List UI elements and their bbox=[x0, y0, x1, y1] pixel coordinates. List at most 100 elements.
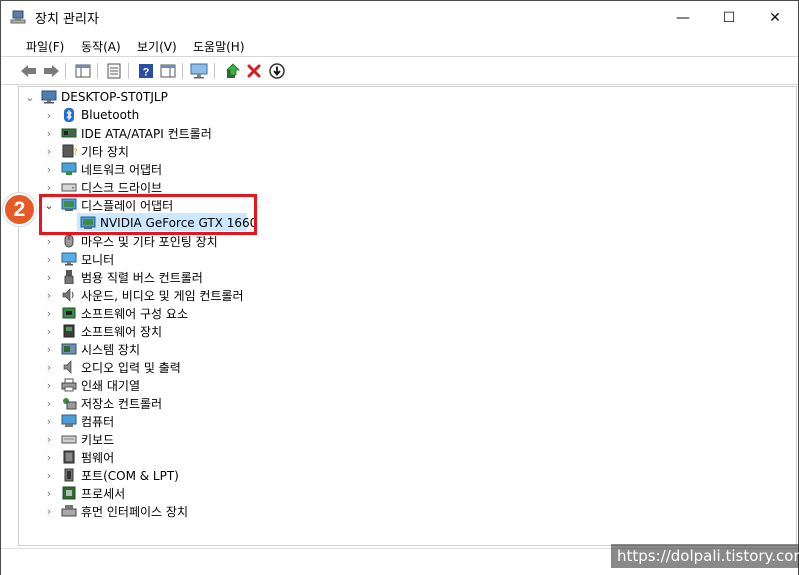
chevron-right-icon[interactable]: › bbox=[44, 397, 54, 410]
properties-icon[interactable] bbox=[105, 62, 123, 80]
chevron-right-icon[interactable]: › bbox=[44, 163, 54, 176]
svg-text:?: ? bbox=[143, 67, 150, 79]
forward-icon[interactable] bbox=[42, 62, 60, 80]
port-icon bbox=[61, 468, 77, 482]
chevron-right-icon[interactable]: › bbox=[44, 469, 54, 482]
tree-category-label: 인쇄 대기열 bbox=[81, 378, 141, 393]
annotation-highlight-box bbox=[39, 194, 257, 235]
tree-category-item[interactable]: 키보드 bbox=[61, 430, 114, 448]
chevron-right-icon[interactable]: › bbox=[44, 433, 54, 446]
tree-category-item[interactable]: 오디오 입력 및 출력 bbox=[61, 358, 181, 376]
software-component-icon bbox=[61, 306, 77, 320]
tree-category-label: Bluetooth bbox=[81, 108, 140, 122]
tree-category-label: 포트(COM & LPT) bbox=[81, 468, 179, 483]
chevron-down-icon[interactable]: ⌄ bbox=[25, 91, 35, 104]
tree-category-item[interactable]: 프로세서 bbox=[61, 484, 125, 502]
help-icon[interactable]: ? bbox=[137, 62, 155, 80]
window-title: 장치 관리자 bbox=[35, 12, 99, 27]
tree-category-item[interactable]: Bluetooth bbox=[61, 106, 139, 124]
tree-category-label: 휴먼 인터페이스 장치 bbox=[81, 504, 188, 519]
chevron-right-icon[interactable]: › bbox=[44, 487, 54, 500]
tree-category-item[interactable]: IDE ATA/ATAPI 컨트롤러 bbox=[61, 124, 212, 142]
tree-root[interactable]: DESKTOP-ST0TJLP bbox=[41, 88, 168, 106]
chevron-right-icon[interactable]: › bbox=[44, 271, 54, 284]
tree-category-label: 컴퓨터 bbox=[81, 414, 115, 429]
chevron-right-icon[interactable]: › bbox=[44, 451, 54, 464]
device-manager-window: 장치 관리자 — ☐ ✕ 파일(F) 동작(A) 보기(V) 도움말(H) ? bbox=[0, 0, 799, 575]
step-badge: 2 bbox=[3, 193, 36, 226]
tree-category-label: 모니터 bbox=[81, 252, 115, 267]
processor-icon bbox=[61, 486, 77, 500]
toolbar-separator bbox=[214, 63, 215, 79]
tree-category-label: 펌웨어 bbox=[81, 450, 115, 465]
chevron-right-icon[interactable]: › bbox=[44, 289, 54, 302]
minimize-button[interactable]: — bbox=[660, 1, 706, 34]
tree-category-item[interactable]: 휴먼 인터페이스 장치 bbox=[61, 502, 188, 520]
tree-category-item[interactable]: 펌웨어 bbox=[61, 448, 114, 466]
chevron-right-icon[interactable]: › bbox=[44, 505, 54, 518]
mouse-icon bbox=[61, 234, 77, 248]
tree-category-item[interactable]: ? 기타 장치 bbox=[61, 142, 129, 160]
chevron-right-icon[interactable]: › bbox=[44, 325, 54, 338]
tree-category-label: 범용 직렬 버스 컨트롤러 bbox=[81, 270, 203, 285]
system-device-icon bbox=[61, 342, 77, 356]
uninstall-icon[interactable] bbox=[245, 62, 263, 80]
bluetooth-icon bbox=[61, 108, 77, 122]
chevron-right-icon[interactable]: › bbox=[44, 235, 54, 248]
tree-category-label: 시스템 장치 bbox=[81, 342, 141, 357]
keyboard-icon bbox=[61, 432, 77, 446]
chevron-right-icon[interactable]: › bbox=[44, 181, 54, 194]
chevron-right-icon[interactable]: › bbox=[44, 145, 54, 158]
tree-category-label: 기타 장치 bbox=[81, 144, 129, 159]
action-pane-icon[interactable] bbox=[159, 62, 177, 80]
print-queue-icon bbox=[61, 378, 77, 392]
tree-category-item[interactable]: 인쇄 대기열 bbox=[61, 376, 140, 394]
ide-controller-icon bbox=[61, 126, 77, 140]
menu-view[interactable]: 보기(V) bbox=[137, 38, 177, 55]
tree-category-item[interactable]: 컴퓨터 bbox=[61, 412, 114, 430]
network-adapter-icon bbox=[61, 162, 77, 176]
tree-category-item[interactable]: 사운드, 비디오 및 게임 컨트롤러 bbox=[61, 286, 244, 304]
hid-icon bbox=[61, 504, 77, 518]
tree-category-label: 소프트웨어 장치 bbox=[81, 324, 163, 339]
toolbar-separator bbox=[182, 63, 183, 79]
back-icon[interactable] bbox=[20, 62, 38, 80]
monitor-scan-icon[interactable] bbox=[190, 62, 208, 80]
tree-category-label: 디스크 드라이브 bbox=[81, 180, 163, 195]
tree-category-label: 소프트웨어 구성 요소 bbox=[81, 306, 188, 321]
firmware-icon bbox=[61, 450, 77, 464]
chevron-right-icon[interactable]: › bbox=[44, 253, 54, 266]
menu-bar: 파일(F) 동작(A) 보기(V) 도움말(H) bbox=[1, 34, 798, 56]
chevron-right-icon[interactable]: › bbox=[44, 127, 54, 140]
usb-icon bbox=[61, 270, 77, 285]
tree-category-label: 키보드 bbox=[81, 432, 115, 447]
chevron-right-icon[interactable]: › bbox=[44, 361, 54, 374]
tree-category-item[interactable]: 모니터 bbox=[61, 250, 114, 268]
device-manager-icon bbox=[10, 10, 26, 24]
tree-category-item[interactable]: 포트(COM & LPT) bbox=[61, 466, 179, 484]
computer-icon bbox=[41, 90, 57, 104]
tree-category-item[interactable]: 저장소 컨트롤러 bbox=[61, 394, 162, 412]
tree-category-label: 오디오 입력 및 출력 bbox=[81, 360, 181, 375]
console-tree-icon[interactable] bbox=[74, 62, 92, 80]
tree-category-item[interactable]: 소프트웨어 구성 요소 bbox=[61, 304, 188, 322]
tree-category-item[interactable]: 시스템 장치 bbox=[61, 340, 140, 358]
tree-category-label: 저장소 컨트롤러 bbox=[81, 396, 163, 411]
maximize-button[interactable]: ☐ bbox=[706, 1, 752, 34]
tree-category-item[interactable]: 네트워크 어댑터 bbox=[61, 160, 162, 178]
chevron-right-icon[interactable]: › bbox=[44, 109, 54, 122]
chevron-right-icon[interactable]: › bbox=[44, 379, 54, 392]
chevron-right-icon[interactable]: › bbox=[44, 343, 54, 356]
svg-text:?: ? bbox=[73, 148, 77, 158]
menu-help[interactable]: 도움말(H) bbox=[193, 38, 245, 55]
update-driver-icon[interactable] bbox=[223, 62, 241, 80]
chevron-right-icon[interactable]: › bbox=[44, 415, 54, 428]
title-bar[interactable]: 장치 관리자 — ☐ ✕ bbox=[1, 1, 798, 34]
tree-category-item[interactable]: 소프트웨어 장치 bbox=[61, 322, 162, 340]
menu-file[interactable]: 파일(F) bbox=[26, 38, 64, 55]
disable-icon[interactable] bbox=[268, 62, 286, 80]
chevron-right-icon[interactable]: › bbox=[44, 307, 54, 320]
close-button[interactable]: ✕ bbox=[752, 1, 798, 34]
tree-category-item[interactable]: 범용 직렬 버스 컨트롤러 bbox=[61, 268, 203, 286]
menu-action[interactable]: 동작(A) bbox=[81, 38, 121, 55]
